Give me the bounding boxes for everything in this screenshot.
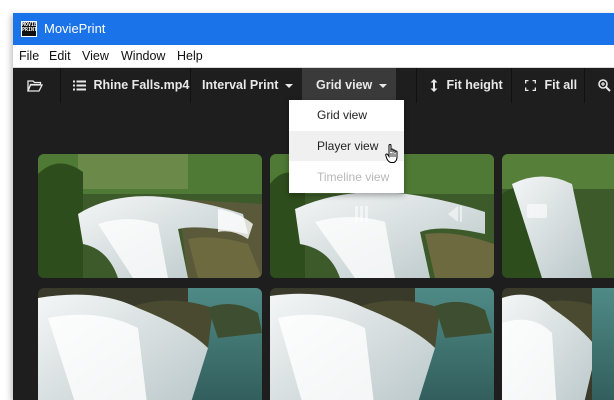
toolbar: Rhine Falls.mp4 Interval Print Grid view… [13,68,614,103]
thumbnail[interactable] [502,154,614,278]
player-view-label: Player view [317,139,379,153]
title-bar: MOVIE PRINT MoviePrint [13,13,614,45]
fit-height-button[interactable]: Fit height [417,68,511,103]
menu-bar: File Edit View Window Help [13,45,614,68]
menu-option-player-view[interactable]: Player view [289,131,404,163]
list-icon [73,78,89,92]
print-mode-label: Interval Print [202,78,279,92]
fit-height-label: Fit height [446,78,503,92]
fit-all-button[interactable]: Fit all [512,68,580,103]
open-button[interactable] [19,68,55,103]
menu-file[interactable]: File [19,49,39,63]
app-window: MOVIE PRINT MoviePrint File Edit View Wi… [13,13,614,400]
menu-help[interactable]: Help [177,49,203,63]
fit-all-label: Fit all [544,78,578,92]
thumbnail[interactable] [502,288,614,400]
menu-option-timeline-view: Timeline view [317,170,390,184]
thumbnail[interactable] [270,288,494,400]
menu-view[interactable]: View [82,49,109,63]
app-logo-icon: MOVIE PRINT [21,21,37,37]
window-title: MoviePrint [44,21,106,36]
print-mode-dropdown[interactable]: Interval Print [191,68,301,103]
expand-icon [524,78,539,92]
zoom-button[interactable] [585,68,614,103]
caret-down-icon [285,83,294,88]
file-name-label: Rhine Falls.mp4 [93,78,190,92]
view-mode-label: Grid view [316,78,373,92]
thumbnail[interactable] [38,154,262,278]
zoom-icon [598,78,611,92]
menu-window[interactable]: Window [121,49,165,63]
file-menu-button[interactable]: Rhine Falls.mp4 [61,68,189,103]
menu-option-grid-view[interactable]: Grid view [289,100,404,130]
arrows-vertical-icon [430,78,441,93]
caret-down-icon [379,83,388,88]
view-mode-menu: Grid view Player view Timeline view [289,100,404,193]
thumbnail[interactable] [38,288,262,400]
menu-edit[interactable]: Edit [49,49,71,63]
folder-open-icon [27,78,44,92]
view-mode-dropdown[interactable]: Grid view [302,68,396,103]
